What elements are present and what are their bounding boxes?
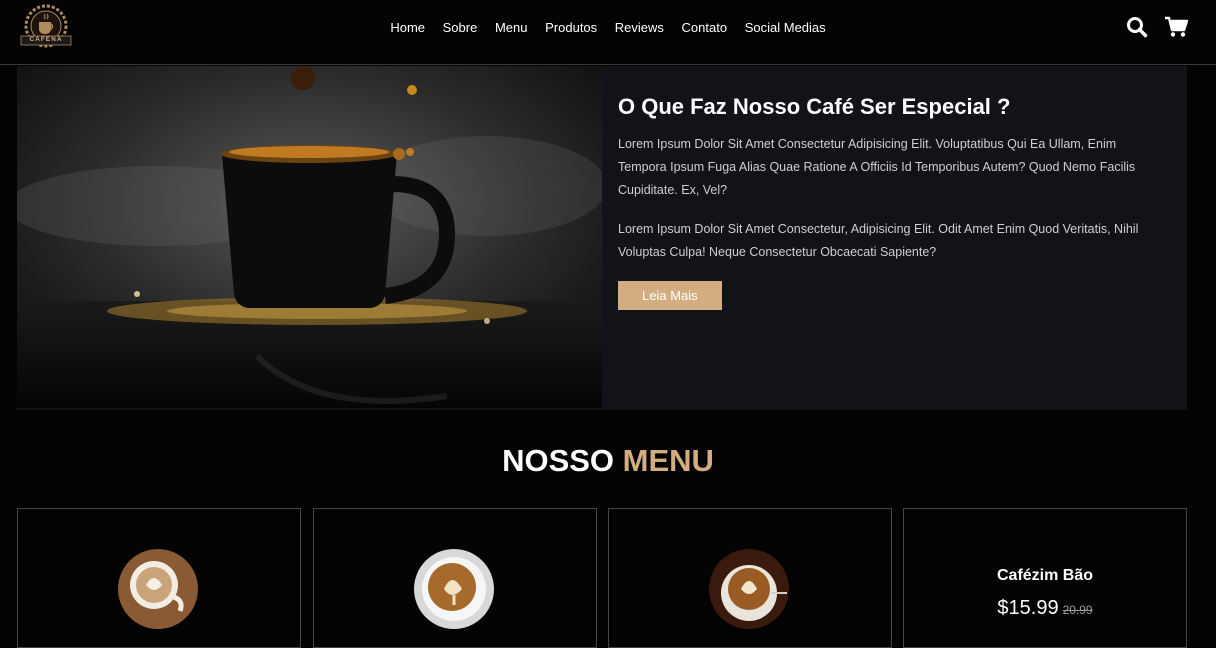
logo-text: CAFENA [29, 36, 63, 43]
menu-heading: NOSSO MENU [0, 443, 1216, 479]
about-paragraph-1: Lorem Ipsum Dolor Sit Amet Consectetur A… [618, 137, 1136, 197]
latte-art-image [118, 549, 198, 629]
nav-produtos[interactable]: Produtos [545, 20, 597, 35]
coffee-splash-image [17, 66, 602, 408]
cart-icon[interactable] [1164, 16, 1188, 38]
about-text: O Que Faz Nosso Café Ser Especial ? Lore… [618, 94, 1163, 310]
menu-item-price: $15.99 20.99 [904, 597, 1186, 620]
nav-contato[interactable]: Contato [682, 20, 728, 35]
menu-item-title: Cafézim Bão [996, 567, 1094, 584]
espresso-latte-image [709, 549, 789, 629]
site-header: CAFENA Home Sobre Menu Produtos Reviews … [0, 0, 1216, 65]
about-paragraph-2: Lorem Ipsum Dolor Sit Amet Consectetur, … [618, 222, 1139, 259]
menu-heading-menu: MENU [622, 443, 714, 478]
read-more-button[interactable]: Leia Mais [618, 281, 722, 310]
header-icons [1126, 16, 1188, 38]
cappuccino-image [414, 549, 494, 629]
menu-card[interactable] [608, 508, 892, 648]
nav-menu[interactable]: Menu [495, 20, 528, 35]
about-title: O Que Faz Nosso Café Ser Especial ? [618, 94, 1011, 119]
menu-card[interactable]: Cafézim Bão $15.99 20.99 [903, 508, 1187, 648]
main-nav: Home Sobre Menu Produtos Reviews Contato… [0, 20, 1216, 35]
current-price: $15.99 [997, 597, 1059, 619]
menu-card[interactable] [17, 508, 301, 648]
nav-home[interactable]: Home [390, 20, 425, 35]
nav-sobre[interactable]: Sobre [443, 20, 478, 35]
menu-heading-nosso: NOSSO [502, 443, 615, 478]
about-section: O Que Faz Nosso Café Ser Especial ? Lore… [17, 66, 1187, 410]
search-icon[interactable] [1126, 16, 1148, 38]
nav-social-medias[interactable]: Social Medias [745, 20, 826, 35]
nav-reviews[interactable]: Reviews [615, 20, 664, 35]
menu-card[interactable] [313, 508, 597, 648]
old-price: 20.99 [1062, 603, 1093, 617]
